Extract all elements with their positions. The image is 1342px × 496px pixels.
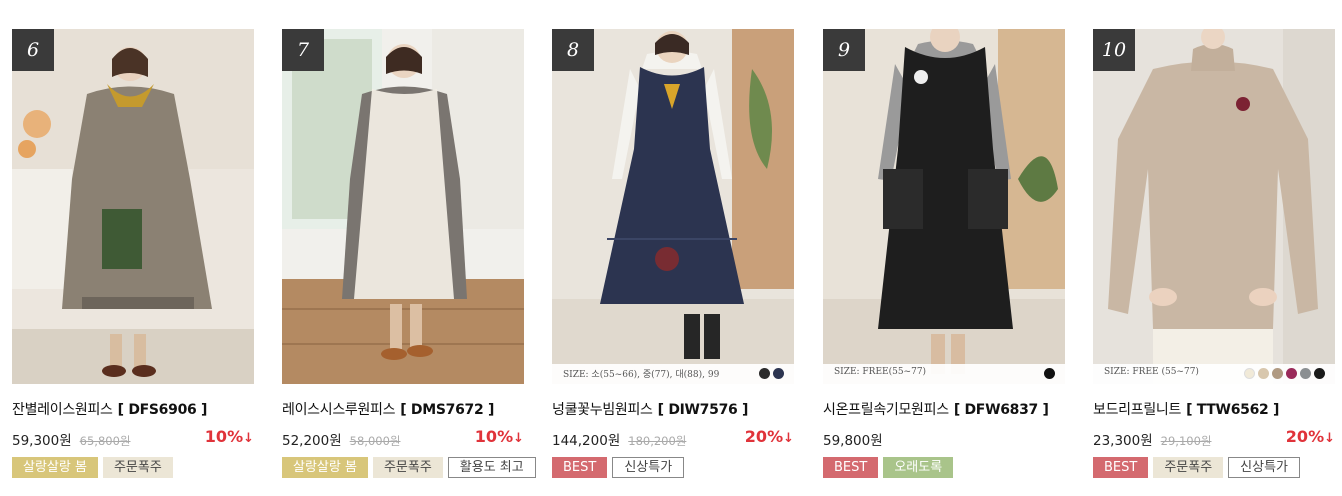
color-swatch[interactable]: [1314, 368, 1325, 379]
color-swatches: [1244, 368, 1325, 379]
price-row: 23,300원 29,100원: [1093, 429, 1212, 449]
sale-price: 59,300원: [12, 433, 72, 449]
product-photo-dress: [823, 29, 1065, 384]
original-price: 29,100원: [1160, 434, 1212, 448]
size-bar: SIZE: 소(55~66), 중(77), 대(88), 99: [552, 364, 794, 384]
color-swatches: [759, 368, 784, 379]
product-name[interactable]: 시온프릴속기모원피스 [ DFW6837 ]: [823, 399, 1049, 419]
product-card-10[interactable]: 10 SIZE: FREE (55~77) 보드리프릴니트 [ TTW6562 ]…: [1093, 29, 1335, 489]
color-swatch[interactable]: [1286, 368, 1297, 379]
tag-list: BEST 주문폭주 신상특가: [1093, 457, 1301, 478]
tag-label: 살랑살랑 봄: [282, 457, 368, 478]
product-card-8[interactable]: 8 SIZE: 소(55~66), 중(77), 대(88), 99 넝쿨꽃누빔…: [552, 29, 794, 489]
product-name-text[interactable]: 넝쿨꽃누빔원피스: [552, 402, 653, 418]
product-name-text[interactable]: 잔별레이스원피스: [12, 402, 113, 418]
product-code[interactable]: [ TTW6562 ]: [1186, 402, 1279, 418]
product-card-7[interactable]: 7 레이스시스루원피스[ DMS7672 ] 52,200원 58,000원 10…: [282, 29, 536, 489]
tag-label: 주문폭주: [1153, 457, 1224, 478]
rank-badge: 6: [12, 29, 54, 71]
discount-percent: 20%: [744, 427, 784, 446]
tag-label: 살랑살랑 봄: [12, 457, 98, 478]
discount-percent: 20%: [1285, 427, 1325, 446]
price-row: 52,200원 58,000원: [282, 429, 401, 449]
product-code[interactable]: [ DMS7672 ]: [400, 402, 494, 418]
size-info: SIZE: FREE(55~77): [834, 367, 927, 377]
arrow-down-icon: ↓: [243, 431, 254, 446]
tag-list: BEST 신상특가: [552, 457, 685, 478]
color-swatches: [1044, 368, 1055, 379]
tag-list: 살랑살랑 봄 주문폭주: [12, 457, 173, 478]
tag-label: 주문폭주: [102, 457, 173, 478]
product-image[interactable]: 7: [282, 29, 524, 384]
product-name[interactable]: 레이스시스루원피스[ DMS7672 ]: [282, 399, 494, 419]
product-name-text[interactable]: 보드리프릴니트: [1093, 402, 1181, 418]
tag-list: 살랑살랑 봄 주문폭주 활용도 최고: [282, 457, 536, 478]
tag-label: BEST: [823, 457, 879, 478]
discount-percent: 10%: [204, 427, 244, 446]
product-photo-dress: [552, 29, 794, 384]
product-code[interactable]: [ DFS6906 ]: [118, 402, 208, 418]
tag-label: 주문폭주: [372, 457, 443, 478]
product-image[interactable]: 6: [12, 29, 254, 384]
color-swatch[interactable]: [759, 368, 770, 379]
color-swatch[interactable]: [1272, 368, 1283, 379]
tag-label: BEST: [552, 457, 608, 478]
sale-price: 52,200원: [282, 433, 342, 449]
tag-label: 오래도록: [883, 457, 954, 478]
color-swatch[interactable]: [773, 368, 784, 379]
product-name[interactable]: 보드리프릴니트 [ TTW6562 ]: [1093, 399, 1279, 419]
original-price: 58,000원: [349, 434, 401, 448]
size-info: SIZE: 소(55~66), 중(77), 대(88), 99: [563, 370, 720, 380]
arrow-down-icon: ↓: [513, 431, 524, 446]
price-row: 59,300원 65,800원: [12, 429, 131, 449]
sale-price: 144,200원: [552, 433, 621, 449]
product-code[interactable]: [ DFW6837 ]: [954, 402, 1049, 418]
product-image[interactable]: 8 SIZE: 소(55~66), 중(77), 대(88), 99: [552, 29, 794, 384]
discount-rate: 20%↓: [1286, 427, 1335, 446]
product-name-text[interactable]: 레이스시스루원피스: [282, 402, 396, 418]
product-name[interactable]: 넝쿨꽃누빔원피스 [ DIW7576 ]: [552, 399, 748, 419]
original-price: 180,200원: [628, 434, 687, 448]
rank-badge: 10: [1093, 29, 1135, 71]
size-bar: SIZE: FREE (55~77): [1093, 364, 1335, 384]
sale-price: 23,300원: [1093, 433, 1153, 449]
tag-label: 신상특가: [1228, 457, 1301, 478]
sale-price: 59,800원: [823, 433, 883, 449]
price-row: 59,800원: [823, 429, 883, 449]
size-bar: SIZE: FREE(55~77): [823, 364, 1065, 384]
discount-percent: 10%: [474, 427, 514, 446]
product-image[interactable]: 9 SIZE: FREE(55~77): [823, 29, 1065, 384]
price-row: 144,200원 180,200원: [552, 429, 686, 449]
tag-label: BEST: [1093, 457, 1149, 478]
discount-rate: 20%↓: [745, 427, 794, 446]
size-info: SIZE: FREE (55~77): [1104, 367, 1199, 377]
rank-badge: 9: [823, 29, 865, 71]
color-swatch[interactable]: [1258, 368, 1269, 379]
discount-rate: 10%↓: [205, 427, 254, 446]
product-image[interactable]: 10 SIZE: FREE (55~77): [1093, 29, 1335, 384]
arrow-down-icon: ↓: [783, 431, 794, 446]
product-name-text[interactable]: 시온프릴속기모원피스: [823, 402, 949, 418]
product-card-6[interactable]: 6 잔별레이스원피스 [ DFS6906 ] 59,300원 65,800원 10%…: [12, 29, 254, 489]
product-photo-dress: [282, 29, 524, 384]
product-name[interactable]: 잔별레이스원피스 [ DFS6906 ]: [12, 399, 207, 419]
product-card-9[interactable]: 9 SIZE: FREE(55~77) 시온프릴속기모원피스 [ DFW6837 …: [823, 29, 1065, 489]
tag-list: BEST 오래도록: [823, 457, 954, 478]
discount-rate: 10%↓: [475, 427, 524, 446]
arrow-down-icon: ↓: [1324, 431, 1335, 446]
color-swatch[interactable]: [1044, 368, 1055, 379]
rank-badge: 8: [552, 29, 594, 71]
tag-label: 신상특가: [612, 457, 685, 478]
rank-badge: 7: [282, 29, 324, 71]
original-price: 65,800원: [79, 434, 131, 448]
tag-label: 활용도 최고: [447, 457, 536, 478]
product-photo-knit: [1093, 29, 1335, 384]
product-code[interactable]: [ DIW7576 ]: [658, 402, 749, 418]
color-swatch[interactable]: [1300, 368, 1311, 379]
product-photo-dress: [12, 29, 254, 384]
color-swatch[interactable]: [1244, 368, 1255, 379]
